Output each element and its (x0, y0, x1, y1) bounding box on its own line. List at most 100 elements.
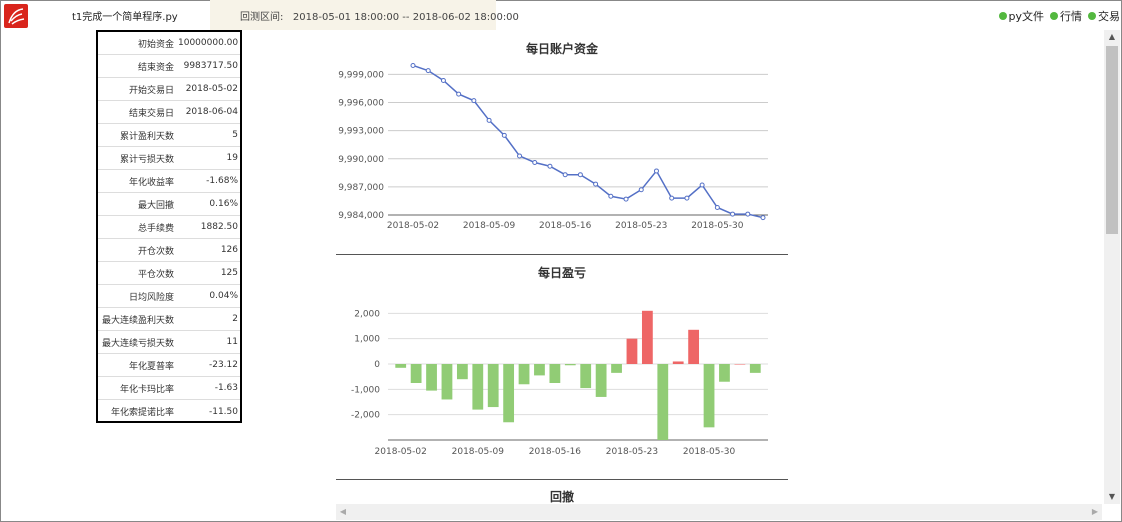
link-py-file[interactable]: py文件 (998, 8, 1045, 24)
equity-point (593, 181, 599, 187)
equity-point (486, 117, 492, 123)
stat-value: 0.04% (209, 291, 238, 301)
stats-table: 初始资金 10000000.00 结束资金 9983717.50 开始交易日 2018… (96, 30, 242, 423)
equity-point (425, 68, 431, 74)
loss-bar (580, 364, 592, 389)
stat-value: 2018-05-02 (185, 84, 238, 94)
stat-label: 年化收益率 (128, 177, 174, 188)
stats-row: 年化索提诺比率 -11.50 (98, 400, 240, 423)
green-dot-icon (1088, 12, 1096, 20)
stat-label: 年化夏普率 (128, 361, 174, 372)
stats-row: 年化收益率 -1.68% (98, 170, 240, 193)
link-label: 交易 (1098, 10, 1120, 23)
equity-point (623, 196, 629, 202)
stat-label: 年化卡玛比率 (119, 384, 174, 395)
equity-point (577, 172, 583, 178)
vertical-scrollbar[interactable]: ▲ ▼ (1104, 30, 1120, 504)
scroll-down-icon[interactable]: ▼ (1104, 490, 1120, 504)
stats-row: 平仓次数 125 (98, 262, 240, 285)
equity-point (456, 91, 462, 97)
stat-value: 126 (220, 245, 238, 255)
stat-label: 结束资金 (137, 62, 174, 73)
x-tick-label: 2018-05-16 (539, 221, 592, 231)
stats-row: 结束资金 9983717.50 (98, 55, 240, 78)
stats-row: 开始交易日 2018-05-02 (98, 78, 240, 101)
stat-label: 累计盈利天数 (119, 131, 174, 142)
link-label: py文件 (1008, 10, 1045, 23)
drawdown-chart-title: 回撤 (549, 490, 574, 504)
profit-bar (688, 329, 700, 364)
loss-bar (441, 364, 453, 400)
x-tick-label: 2018-05-30 (691, 221, 744, 231)
loss-bar (410, 364, 422, 383)
equity-series-line (412, 64, 764, 219)
equity-point (410, 62, 416, 68)
y-tick-label: 9,990,000 (338, 155, 384, 165)
stats-row: 最大回撤 0.16% (98, 193, 240, 216)
x-tick-label: 2018-05-16 (529, 447, 582, 457)
x-tick-label: 2018-05-23 (615, 221, 667, 231)
x-tick-label: 2018-05-02 (375, 447, 427, 457)
equity-point (653, 168, 659, 174)
stat-label: 累计亏损天数 (119, 154, 174, 165)
stats-row: 最大连续亏损天数 11 (98, 331, 240, 354)
app-logo-icon (4, 4, 28, 28)
stat-label: 开仓次数 (137, 246, 174, 257)
stat-value: 5 (232, 130, 238, 140)
loss-bar (518, 364, 530, 385)
profit-bar (626, 338, 638, 364)
loss-bar (534, 364, 545, 376)
green-dot-icon (1050, 12, 1058, 20)
scroll-right-icon[interactable]: ▶ (1088, 504, 1102, 520)
stats-row: 日均风险度 0.04% (98, 285, 240, 308)
loss-bar (426, 364, 437, 391)
pnl-chart-title: 每日盈亏 (537, 266, 586, 280)
equity-point (562, 172, 568, 178)
profit-bar (641, 310, 653, 364)
pnl-chart: -2,000 -1,000 0 1,000 2,000 2018-05-02 2018-05… (351, 309, 768, 457)
stat-value: -11.50 (208, 406, 238, 417)
loss-bar (595, 364, 607, 397)
green-dot-icon (998, 12, 1007, 20)
equity-point (440, 77, 446, 83)
link-trade[interactable]: 交易 (1088, 8, 1120, 24)
file-tab[interactable]: t1完成一个简单程序.py (72, 8, 178, 23)
y-tick-label: 0 (374, 360, 380, 370)
horizontal-scrollbar[interactable]: ◀ ▶ (336, 504, 1102, 520)
stat-value: 1882.50 (200, 222, 238, 232)
stats-row: 累计亏损天数 19 (98, 147, 240, 170)
stat-value: 11 (226, 337, 238, 347)
stat-label: 开始交易日 (128, 85, 174, 96)
stat-label: 总手续费 (137, 223, 174, 234)
stats-row: 年化卡玛比率 -1.63 (98, 377, 240, 400)
stat-label: 平仓次数 (137, 269, 174, 280)
charts-panel[interactable]: 每日账户资金 9,984,000 9,987,000 9,990,000 9,993,… (240, 30, 1102, 504)
scroll-up-icon[interactable]: ▲ (1104, 30, 1120, 44)
loss-bar (549, 364, 561, 383)
equity-point (532, 160, 538, 165)
equity-point (745, 211, 751, 217)
loss-bar (719, 364, 730, 382)
profit-bar (672, 361, 684, 364)
loss-bar (395, 364, 407, 368)
equity-point (714, 205, 720, 210)
stat-label: 结束交易日 (128, 108, 174, 119)
stat-value: 0.16% (209, 199, 238, 209)
y-tick-label: 9,984,000 (338, 211, 384, 221)
equity-point (699, 182, 705, 188)
chart-divider (336, 254, 788, 255)
scroll-left-icon[interactable]: ◀ (336, 504, 350, 520)
loss-bar (703, 364, 715, 428)
loss-bar (456, 364, 468, 380)
scrollbar-thumb[interactable] (1106, 46, 1118, 234)
stat-value: 9983717.50 (183, 61, 238, 71)
link-market[interactable]: 行情 (1050, 8, 1082, 24)
y-tick-label: 9,996,000 (338, 99, 384, 109)
stat-value: -23.12 (208, 360, 238, 370)
stat-value: 10000000.00 (178, 38, 239, 48)
loss-bar (487, 364, 499, 408)
stat-label: 日均风险度 (128, 292, 174, 303)
chart-divider (336, 479, 788, 480)
y-tick-label: 1,000 (354, 335, 380, 345)
loss-bar (657, 364, 669, 440)
